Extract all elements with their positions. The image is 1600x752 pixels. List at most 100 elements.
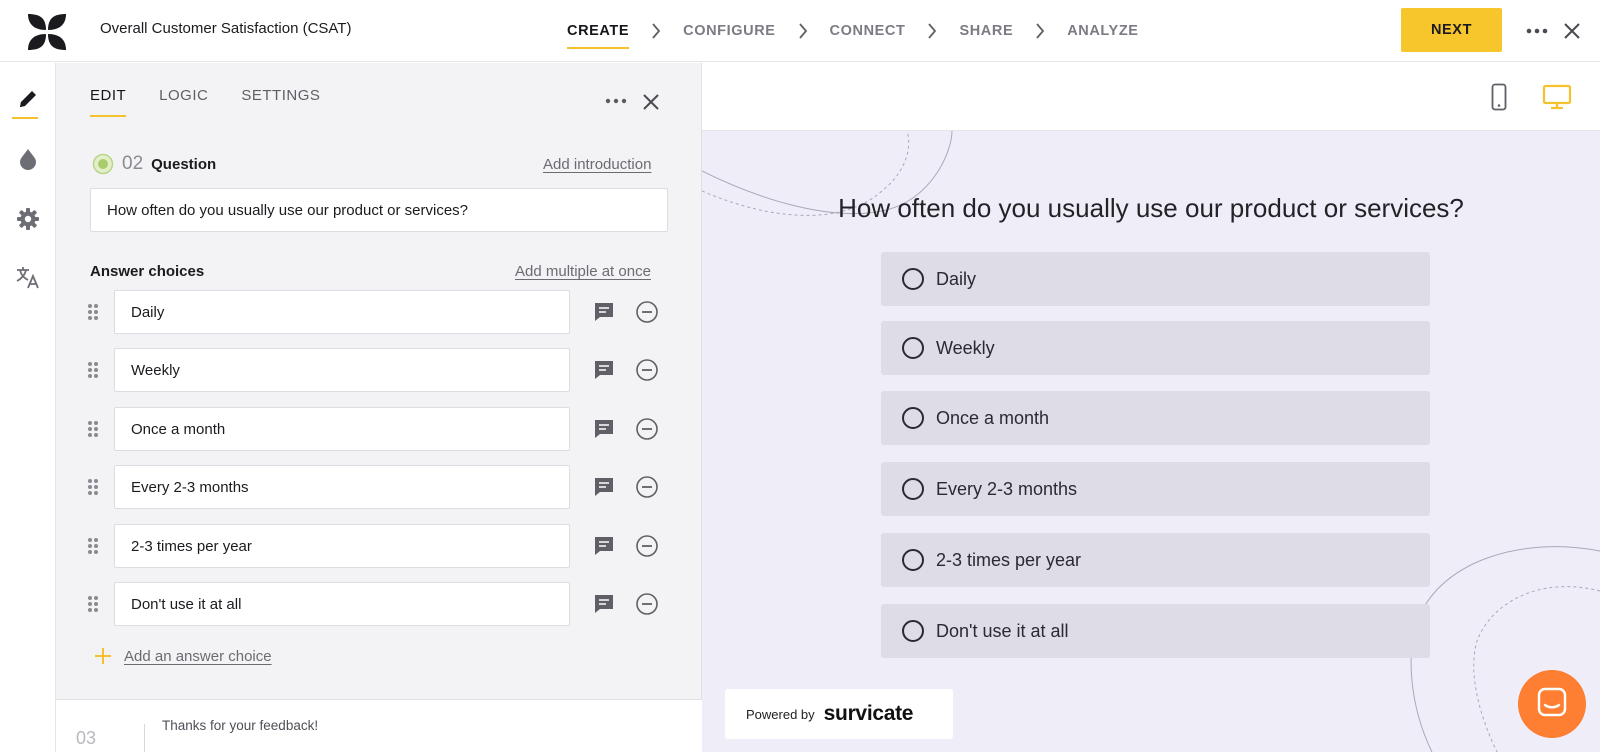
chat-launcher-button[interactable] [1518,670,1586,738]
step-connect[interactable]: CONNECT [830,0,906,62]
answer-choice-input[interactable] [114,524,570,568]
powered-by-label: Powered by [746,706,815,722]
remove-choice-icon[interactable] [635,534,659,558]
drag-handle-icon[interactable] [86,360,100,380]
preview-option-label: Every 2-3 months [936,478,1078,499]
preview-option-label: Once a month [936,407,1050,428]
answer-choice-input[interactable] [114,290,570,334]
chat-bubble-icon [1535,685,1569,724]
gear-icon [16,207,40,236]
preview-option[interactable]: Daily [881,252,1430,306]
radio-button-icon [902,620,924,642]
preview-option-label: Daily [936,268,977,289]
preview-option[interactable]: Don't use it at all [881,604,1430,658]
add-multiple-link[interactable]: Add multiple at once [515,263,651,280]
next-question-number: 03 [76,728,97,748]
question-type-label: Question [151,155,217,173]
translate-icon [15,264,41,295]
comment-icon[interactable] [592,475,616,499]
pencil-icon [16,87,40,116]
question-header: 02 Question [92,153,216,175]
question-editor-panel: EDIT LOGIC SETTINGS 02 Question Add intr… [56,63,702,752]
next-button[interactable]: NEXT [1401,8,1502,52]
left-rail [0,63,56,752]
comment-icon[interactable] [592,300,616,324]
chevron-right-icon [795,23,811,39]
drag-handle-icon[interactable] [86,594,100,614]
step-create[interactable]: CREATE [567,0,630,62]
add-introduction-link[interactable]: Add introduction [543,156,651,173]
chevron-right-icon [1032,23,1048,39]
answer-choice-input[interactable] [114,407,570,451]
rail-edit[interactable] [0,73,56,129]
remove-choice-icon[interactable] [635,475,659,499]
close-icon[interactable] [1561,20,1583,42]
step-analyze[interactable]: ANALYZE [1067,0,1138,62]
step-navigation: CREATE CONFIGURE CONNECT SHARE ANALYZE [567,0,1139,62]
desktop-icon[interactable] [1542,83,1572,111]
answer-choice-row [86,582,686,626]
step-share[interactable]: SHARE [959,0,1013,62]
rail-theme[interactable] [0,133,56,189]
preview-toolbar [702,63,1600,131]
question-number: 02 [122,153,144,174]
survicate-wordmark: survicate [823,702,914,725]
powered-by-badge[interactable]: Powered by survicate [725,689,953,739]
preview-option[interactable]: 2-3 times per year [881,533,1430,587]
preview-option[interactable]: Weekly [881,321,1430,375]
chevron-right-icon [924,23,940,39]
preview-option[interactable]: Every 2-3 months [881,462,1430,516]
remove-choice-icon[interactable] [635,417,659,441]
answer-choices-label: Answer choices [90,263,205,280]
survey-title[interactable]: Overall Customer Satisfaction (CSAT) [100,20,351,37]
close-icon[interactable] [640,91,662,113]
tab-edit[interactable]: EDIT [90,87,127,117]
add-answer-choice[interactable]: Add an answer choice [94,647,272,665]
answer-choice-input[interactable] [114,582,570,626]
preview-question-text: How often do you usually use our product… [838,193,1464,223]
drag-handle-icon[interactable] [86,477,100,497]
comment-icon[interactable] [592,417,616,441]
add-answer-choice-label: Add an answer choice [124,647,272,665]
more-horizontal-icon[interactable] [1525,20,1549,42]
rail-translate[interactable] [0,251,56,307]
divider [144,724,145,752]
tab-settings[interactable]: SETTINGS [241,87,320,117]
chevron-right-icon [648,23,664,39]
answer-choice-row [86,524,686,568]
question-text-input[interactable] [90,188,668,232]
droplet-icon [16,147,40,176]
preview-option[interactable]: Once a month [881,391,1430,445]
drag-handle-icon[interactable] [86,302,100,322]
question-type-radio-icon [92,153,114,175]
comment-icon[interactable] [592,358,616,382]
survicate-logo-icon[interactable] [26,12,68,52]
answer-choice-input[interactable] [114,348,570,392]
rail-settings[interactable] [0,193,56,249]
radio-button-icon [902,268,924,290]
next-question-card[interactable]: 03 Thanks for your feedback! [56,699,702,752]
step-configure[interactable]: CONFIGURE [683,0,775,62]
drag-handle-icon[interactable] [86,536,100,556]
radio-button-icon [902,407,924,429]
mobile-icon[interactable] [1491,83,1507,111]
answer-choice-row [86,348,686,392]
more-horizontal-icon[interactable] [604,93,628,109]
preview-option-label: Don't use it at all [936,620,1069,641]
plus-icon [94,647,112,665]
remove-choice-icon[interactable] [635,358,659,382]
answer-choice-row [86,465,686,509]
answer-choice-row [86,407,686,451]
top-bar: Overall Customer Satisfaction (CSAT) CRE… [0,0,1600,62]
remove-choice-icon[interactable] [635,300,659,324]
comment-icon[interactable] [592,592,616,616]
next-question-text: Thanks for your feedback! [162,718,319,733]
answer-choice-row [86,290,686,334]
radio-button-icon [902,549,924,571]
drag-handle-icon[interactable] [86,419,100,439]
preview-option-label: Weekly [936,337,995,358]
tab-logic[interactable]: LOGIC [159,87,208,117]
answer-choice-input[interactable] [114,465,570,509]
comment-icon[interactable] [592,534,616,558]
remove-choice-icon[interactable] [635,592,659,616]
